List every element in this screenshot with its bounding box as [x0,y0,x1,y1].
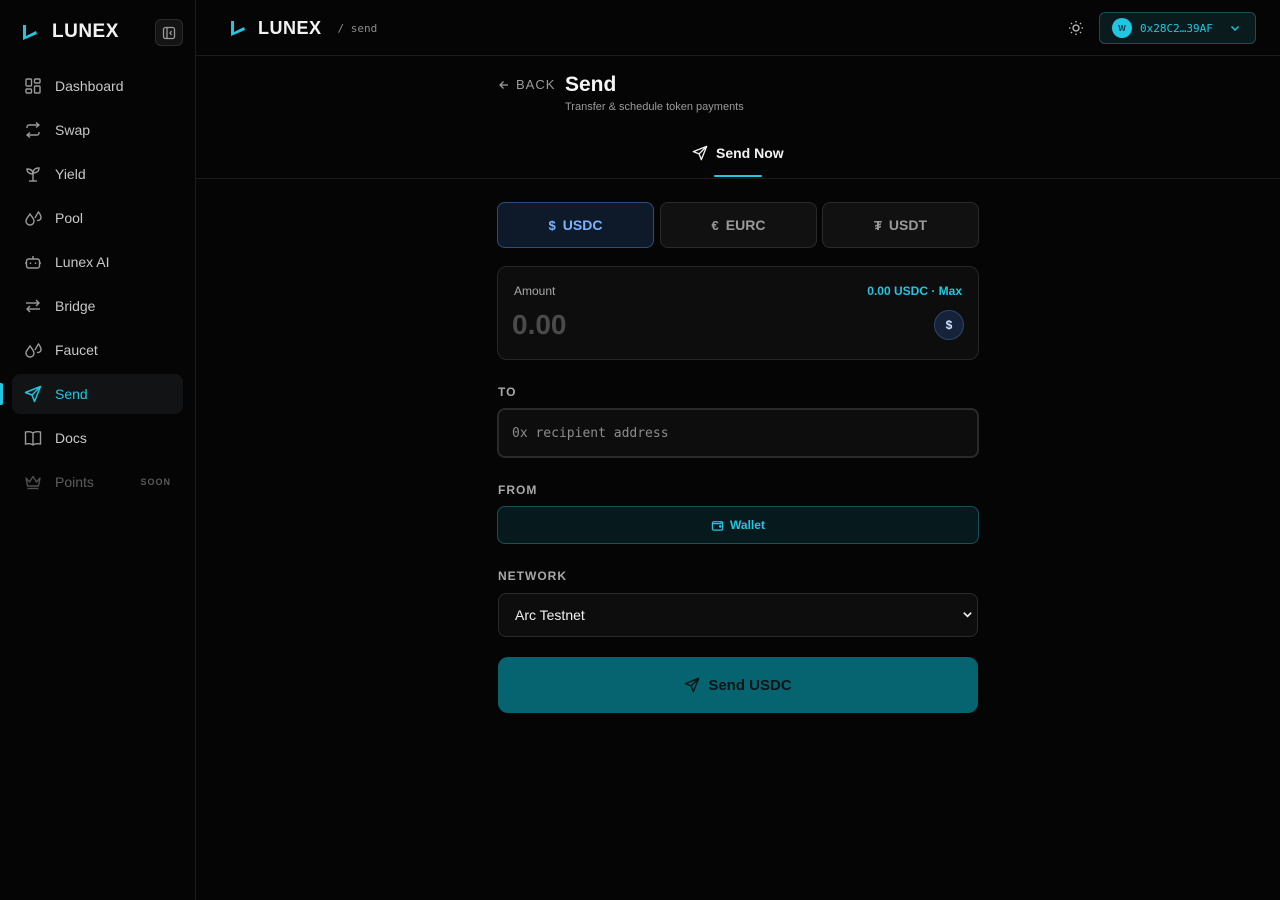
sun-icon [1069,21,1083,35]
active-tab-indicator [714,175,762,177]
sidebar-item-docs[interactable]: Docs [12,418,183,458]
dollar-icon: $ [548,217,556,233]
to-label: TO [498,385,517,399]
sidebar-item-pool[interactable]: Pool [12,198,183,238]
send-icon [684,677,700,693]
network-select[interactable]: Arc Testnet [498,593,978,637]
token-label: EURC [725,217,766,233]
sidebar-item-label: Docs [55,430,87,446]
dashboard-icon [24,77,42,95]
token-usdc-button[interactable]: $ USDC [497,202,654,248]
sidebar-item-yield[interactable]: Yield [12,154,183,194]
sidebar-item-dashboard[interactable]: Dashboard [12,66,183,106]
usdc-coin-icon: $ [934,310,964,340]
from-wallet-button[interactable]: Wallet [497,506,979,544]
token-label: USDC [562,217,603,233]
lunex-logo-icon [231,21,245,36]
sprout-icon [24,165,42,183]
droplets-icon [24,341,42,359]
tabs-divider [196,178,1280,179]
euro-icon: € [711,217,719,233]
sidebar-item-label: Swap [55,122,91,138]
bridge-icon [24,297,42,315]
theme-toggle-button[interactable] [1066,18,1086,38]
sidebar-item-label: Lunex AI [55,254,110,270]
sidebar-item-label: Yield [55,166,86,182]
book-icon [24,429,42,447]
token-label: USDT [888,217,928,233]
sidebar: LUNEX Dashboard Swap Yield Pool Lunex AI… [0,0,196,900]
wallet-icon [711,520,724,531]
breadcrumb-page: / send [337,21,378,35]
wallet-button[interactable]: W 0x28C2…39AF [1099,12,1256,44]
lunex-logo-icon [23,25,37,40]
sidebar-item-label: Pool [55,210,84,226]
recipient-address-input[interactable] [497,408,979,458]
avatar: W [1112,18,1132,38]
breadcrumb-brand[interactable]: LUNEX [258,18,322,39]
page-title: Send [565,73,617,96]
back-label: BACK [516,77,556,92]
sidebar-item-label: Faucet [55,342,98,358]
amount-input[interactable] [512,307,892,343]
sidebar-item-send[interactable]: Send [0,374,183,414]
tab-label: Send Now [716,145,784,161]
sidebar-item-label: Send [55,386,88,402]
crown-icon [24,473,42,491]
max-balance-button[interactable]: 0.00 USDC · Max [867,284,962,298]
token-eurc-button[interactable]: € EURC [660,202,817,248]
breadcrumb: LUNEX / send [228,16,377,40]
panel-left-icon [162,26,176,39]
sidebar-item-points: Points SOON [12,462,183,502]
from-label: FROM [498,483,538,497]
send-icon [24,385,42,403]
send-button[interactable]: Send USDC [498,657,978,713]
top-bar: LUNEX / send W 0x28C2…39AF [196,0,1280,56]
send-button-label: Send USDC [708,676,792,694]
soon-badge: SOON [140,477,171,487]
sidebar-item-label: Bridge [55,298,96,314]
bot-icon [24,253,42,271]
sidebar-item-label: Points [55,474,94,490]
wallet-address: 0x28C2…39AF [1140,21,1213,35]
sidebar-item-swap[interactable]: Swap [12,110,183,150]
from-option-label: Wallet [730,518,765,532]
collapse-sidebar-button[interactable] [155,19,183,46]
sidebar-item-bridge[interactable]: Bridge [12,286,183,326]
back-button[interactable]: BACK [498,77,555,92]
tab-send-now[interactable]: Send Now [692,145,784,161]
network-label: NETWORK [498,569,567,583]
sidebar-item-label: Dashboard [55,78,124,94]
page-subtitle: Transfer & schedule token payments [565,101,744,113]
arrow-left-icon [499,80,508,89]
send-icon [692,145,708,161]
brand-logo[interactable]: LUNEX [20,18,119,46]
swap-icon [24,121,42,139]
sidebar-item-faucet[interactable]: Faucet [12,330,183,370]
chevron-down-icon [1231,26,1239,31]
amount-label: Amount [514,284,556,298]
brand-name: LUNEX [52,21,119,42]
droplets-icon [24,209,42,227]
sidebar-nav: Dashboard Swap Yield Pool Lunex AI Bridg… [0,66,183,506]
sidebar-item-lunex-ai[interactable]: Lunex AI [12,242,183,282]
tether-icon: ₮ [873,217,882,233]
token-usdt-button[interactable]: ₮ USDT [822,202,979,248]
amount-card: Amount 0.00 USDC · Max $ [497,266,979,360]
